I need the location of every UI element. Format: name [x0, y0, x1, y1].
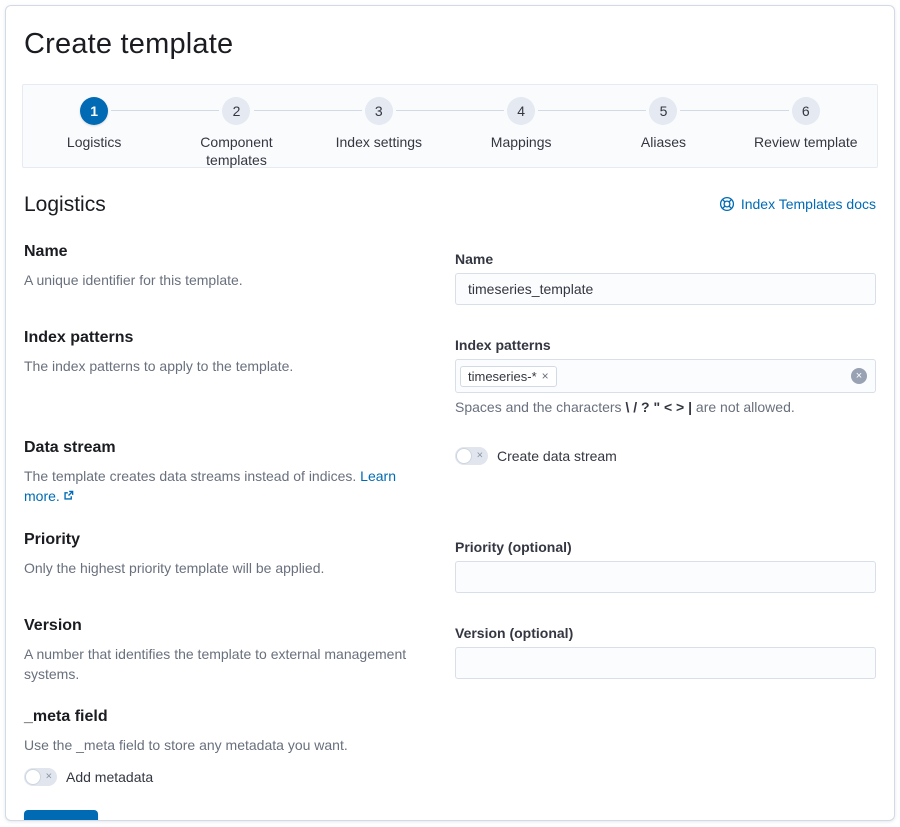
- index-patterns-row-title: Index patterns: [24, 329, 134, 346]
- step-label: Aliases: [640, 134, 687, 150]
- index-patterns-field-label: Index patterns: [455, 337, 551, 353]
- step-index-settings[interactable]: 3 Index settings: [307, 85, 451, 151]
- index-patterns-combobox[interactable]: timeseries-* × ×: [455, 359, 876, 393]
- remove-index-pattern-icon[interactable]: ×: [542, 370, 549, 382]
- version-input[interactable]: [455, 646, 876, 679]
- step-label: Component templates: [200, 134, 273, 169]
- disallowed-characters: \ / ? " < > |: [625, 399, 693, 415]
- step-number-badge: 6: [791, 97, 820, 125]
- step-component-templates[interactable]: 2 Component templates: [165, 85, 308, 170]
- add-metadata-toggle[interactable]: ×: [24, 768, 57, 787]
- toggle-knob: [25, 769, 41, 786]
- clear-combobox-icon[interactable]: ×: [851, 368, 867, 384]
- create-template-panel: Create template 1 Logistics 2 Component …: [5, 5, 895, 821]
- meta-row-description: Use the _meta field to store any metadat…: [24, 737, 348, 754]
- step-number-badge: 2: [222, 97, 251, 125]
- step-label: Index settings: [335, 134, 423, 150]
- index-templates-docs-link[interactable]: Index Templates docs: [719, 196, 876, 212]
- name-field-label: Name: [455, 251, 494, 267]
- version-row-title: Version: [24, 616, 82, 634]
- name-form-row: Name A unique identifier for this templa…: [24, 243, 876, 305]
- index-pattern-pill-value: timeseries-*: [468, 368, 537, 384]
- priority-row-description: Only the highest priority template will …: [24, 559, 325, 576]
- create-data-stream-toggle[interactable]: ×: [455, 447, 488, 465]
- step-number-badge: 4: [507, 97, 536, 125]
- priority-input[interactable]: [455, 560, 876, 593]
- index-pattern-pill: timeseries-* ×: [460, 365, 557, 387]
- data-stream-row-description: The template creates data streams instea…: [24, 466, 435, 507]
- index-patterns-form-row: Index patterns The index patterns to app…: [24, 329, 876, 415]
- name-row-description: A unique identifier for this template.: [24, 272, 243, 288]
- priority-form-row: Priority Only the highest priority templ…: [24, 531, 876, 593]
- data-stream-row-title: Data stream: [24, 439, 116, 456]
- version-row-description: A number that identifies the template to…: [24, 645, 407, 682]
- step-number-badge: 3: [364, 97, 393, 125]
- step-indicator: 1 Logistics 2 Component templates 3 Inde…: [22, 84, 878, 168]
- data-stream-form-row: Data stream The template creates data st…: [24, 439, 876, 507]
- priority-field-label: Priority (optional): [455, 538, 572, 555]
- step-number-badge: 5: [649, 97, 678, 125]
- step-label: Review template: [754, 134, 858, 150]
- meta-row-title: _meta field: [24, 708, 108, 726]
- meta-form-row: _meta field Use the _meta field to store…: [24, 708, 876, 787]
- page-title: Create template: [24, 28, 234, 60]
- index-patterns-row-description: The index patterns to apply to the templ…: [24, 358, 294, 374]
- create-data-stream-label: Create data stream: [497, 448, 617, 464]
- toggle-off-icon: ×: [476, 449, 483, 462]
- index-patterns-help-text: Spaces and the characters \ / ? " < > | …: [455, 399, 795, 415]
- step-label: Mappings: [490, 134, 552, 150]
- section-title: Logistics: [24, 193, 106, 216]
- next-button[interactable]: Next: [24, 810, 98, 820]
- step-number-badge: 1: [80, 97, 109, 125]
- priority-row-title: Priority: [24, 530, 81, 548]
- step-aliases[interactable]: 5 Aliases: [592, 85, 735, 151]
- step-review-template[interactable]: 6 Review template: [734, 85, 877, 151]
- step-logistics[interactable]: 1 Logistics: [23, 85, 166, 151]
- next-button-label: Next: [37, 818, 66, 820]
- help-docs-icon: [719, 196, 735, 212]
- toggle-knob: [456, 448, 472, 464]
- external-link-icon: [63, 486, 74, 506]
- add-metadata-label: Add metadata: [66, 769, 154, 786]
- version-form-row: Version A number that identifies the tem…: [24, 617, 876, 685]
- step-mappings[interactable]: 4 Mappings: [449, 85, 593, 151]
- step-label: Logistics: [66, 134, 122, 150]
- toggle-off-icon: ×: [45, 770, 52, 783]
- version-field-label: Version (optional): [455, 624, 574, 641]
- docs-link-label: Index Templates docs: [740, 196, 876, 212]
- name-row-title: Name: [24, 243, 68, 260]
- name-input[interactable]: [455, 273, 876, 305]
